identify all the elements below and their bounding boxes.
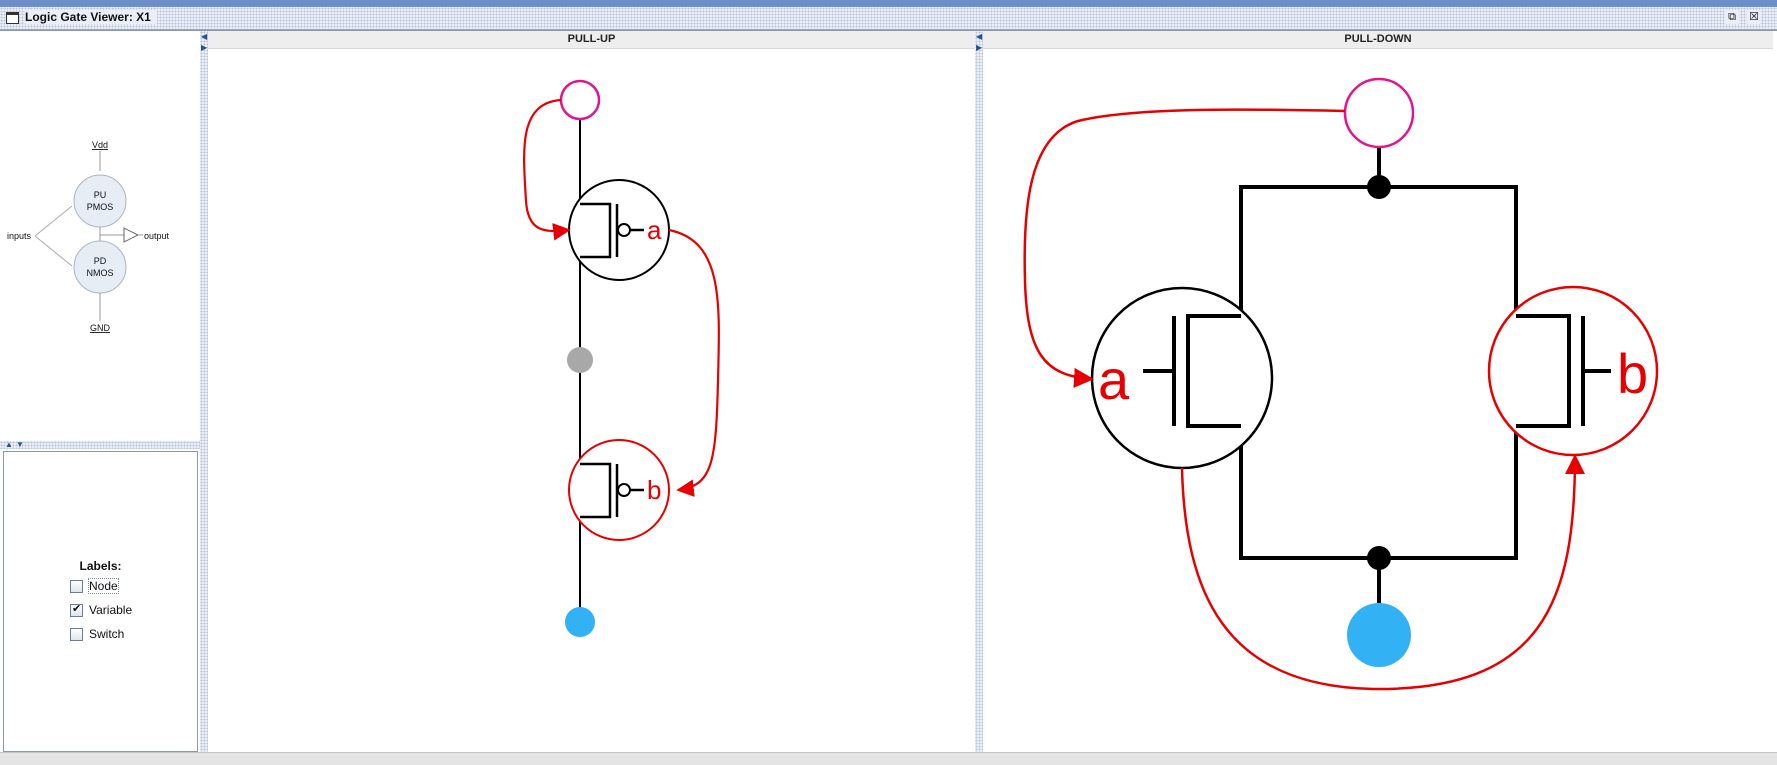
labels-title: Labels: (79, 559, 122, 573)
top-rail (1239, 185, 1518, 316)
switch-checkbox-label[interactable]: Switch (89, 627, 124, 641)
bottom-node[interactable] (565, 607, 595, 637)
edge-a-to-b (668, 228, 720, 497)
close-window-button[interactable]: ☒ (1747, 10, 1761, 24)
switch-checkbox[interactable] (70, 627, 83, 641)
bottom-rail (1239, 425, 1518, 560)
output-node[interactable] (559, 79, 601, 121)
restore-window-button[interactable]: ⧉ (1725, 10, 1739, 24)
pmos-bubble-icon (617, 223, 631, 237)
middle-node[interactable] (567, 347, 593, 373)
switch-checkbox-row[interactable]: Switch (70, 626, 124, 642)
cmos-legend-diagram: Vdd PU PMOS PD NMOS inputs output GND (7, 140, 170, 333)
splitter-right-arrow-icon[interactable]: ▶ (201, 44, 207, 52)
status-strip (0, 752, 1777, 765)
left-horizontal-splitter[interactable]: ▲ ▼ (0, 441, 200, 449)
splitter-up-arrow-icon[interactable]: ▲ (5, 441, 13, 449)
node-checkbox-label[interactable]: Node (88, 578, 119, 594)
center-vertical-splitter[interactable]: ◀ ▶ (975, 31, 983, 752)
output-node[interactable] (1343, 77, 1415, 149)
top-junction-node[interactable] (1367, 175, 1391, 199)
gnd-label: GND (90, 323, 111, 333)
inputs-label: inputs (7, 231, 32, 241)
pd-label: PD (94, 256, 107, 266)
title-bar[interactable]: Logic Gate Viewer: X1 ⧉ ☒ (0, 7, 1777, 30)
ground-node[interactable] (1347, 603, 1411, 667)
nmos-label: NMOS (87, 268, 114, 278)
edge-output-to-a (523, 98, 571, 241)
pull-down-panel: PULL-DOWN a b (983, 31, 1773, 752)
transistor-a-label: a (1098, 348, 1130, 411)
splitter-left-arrow-icon[interactable]: ◀ (201, 33, 207, 41)
pu-pmos-block (73, 174, 127, 228)
variable-checkbox-label[interactable]: Variable (89, 603, 132, 617)
window-top-strip (0, 0, 1777, 7)
splitter-left-arrow-icon[interactable]: ◀ (976, 33, 982, 41)
pmos-label: PMOS (87, 202, 114, 212)
pull-up-panel: PULL-UP a b (208, 31, 975, 752)
output-label: output (144, 231, 170, 241)
transistor-a-label: a (647, 215, 662, 245)
splitter-down-arrow-icon[interactable]: ▼ (16, 441, 24, 449)
pull-up-network: a b (523, 79, 720, 637)
label-options-panel: Labels: Node Variable Switch (3, 451, 198, 752)
bottom-junction-node[interactable] (1367, 546, 1391, 570)
transistor-b-label: b (647, 475, 661, 505)
variable-checkbox[interactable] (70, 602, 83, 617)
pmos-bubble-icon (617, 483, 631, 497)
node-checkbox-row[interactable]: Node (70, 578, 119, 594)
window-title: Logic Gate Viewer: X1 (25, 10, 157, 24)
output-buffer-icon (123, 227, 140, 243)
pull-down-network: a b (1023, 77, 1659, 691)
left-vertical-splitter[interactable]: ◀ ▶ (200, 31, 208, 752)
pd-nmos-block (73, 240, 127, 294)
vdd-label: Vdd (92, 140, 108, 150)
transistor-b-label: b (1617, 342, 1648, 405)
pu-label: PU (94, 190, 107, 200)
window-icon (6, 12, 19, 24)
node-checkbox[interactable] (70, 579, 83, 593)
splitter-right-arrow-icon[interactable]: ▶ (976, 44, 982, 52)
variable-checkbox-row[interactable]: Variable (70, 602, 132, 618)
legend-panel: Vdd PU PMOS PD NMOS inputs output GND (2, 31, 199, 441)
